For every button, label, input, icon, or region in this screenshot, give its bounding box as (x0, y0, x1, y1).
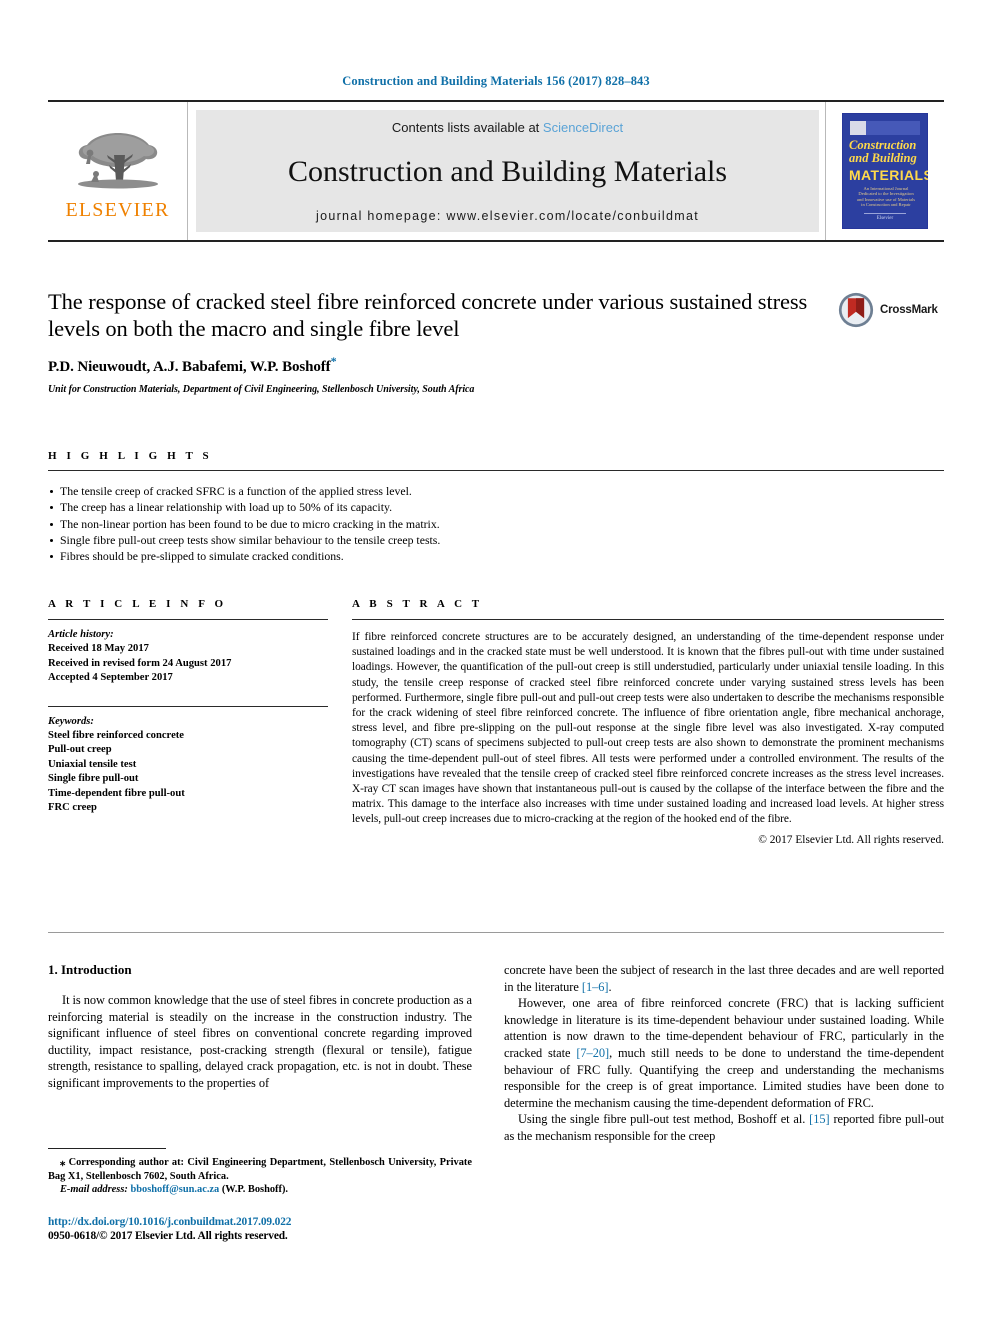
contents-available-line: Contents lists available at ScienceDirec… (392, 120, 623, 135)
elsevier-logo[interactable]: ELSEVIER (48, 102, 188, 240)
cover-subtitle: An International Journal Dedicated to th… (856, 186, 916, 208)
article-accepted: Accepted 4 September 2017 (48, 672, 173, 684)
keyword-item: Single fibre pull-out (48, 773, 139, 785)
body-column-left: 1. Introduction It is now common knowled… (48, 962, 472, 1092)
keywords-divider (48, 705, 328, 707)
issn-copyright-line: 0950-0618/© 2017 Elsevier Ltd. All right… (48, 1230, 288, 1242)
cover-divider (864, 213, 906, 214)
journal-cover-image: Construction and Building MATERIALS An I… (842, 113, 928, 229)
highlights-section: H I G H L I G H T S The tensile creep of… (48, 450, 944, 564)
abstract-text: If fibre reinforced concrete structures … (352, 631, 944, 826)
affiliation: Unit for Construction Materials, Departm… (48, 384, 475, 395)
doi-block: http://dx.doi.org/10.1016/j.conbuildmat.… (48, 1216, 472, 1242)
contents-prefix: Contents lists available at (391, 120, 543, 135)
author-names: P.D. Nieuwoudt, A.J. Babafemi, W.P. Bosh… (48, 359, 331, 375)
keyword-item: Pull-out creep (48, 744, 112, 756)
paragraph-text: Using the single fibre pull-out test met… (518, 1112, 810, 1127)
citation-link[interactable]: [15] (809, 1112, 830, 1126)
email-suffix: (W.P. Boshoff). (219, 1184, 289, 1196)
highlights-heading: H I G H L I G H T S (48, 450, 213, 462)
paper-page: Construction and Building Materials 156 … (0, 0, 992, 1323)
journal-masthead: ELSEVIER Contents lists available at Sci… (48, 100, 944, 242)
paragraph: However, one area of fibre reinforced co… (504, 995, 944, 1111)
footnote-block: ⁎ Corresponding author at: Civil Enginee… (48, 1148, 472, 1197)
section-heading-introduction: 1. Introduction (48, 962, 132, 977)
elsevier-wordmark: ELSEVIER (65, 198, 170, 221)
journal-homepage-link[interactable]: journal homepage: www.elsevier.com/locat… (316, 209, 699, 223)
article-info-divider (48, 619, 328, 620)
cover-title-line3: MATERIALS (849, 167, 928, 183)
article-history-block: Article history: Received 18 May 2017 Re… (48, 628, 328, 686)
article-info-section: A R T I C L E I N F O Article history: R… (48, 598, 328, 815)
email-link[interactable]: bboshoff@sun.ac.za (130, 1184, 219, 1195)
journal-band: Contents lists available at ScienceDirec… (196, 110, 819, 232)
keyword-item: Uniaxial tensile test (48, 758, 137, 770)
article-history-label: Article history: (48, 629, 114, 640)
cover-publisher-mark-icon (850, 121, 866, 135)
corresponding-author-note: ⁎ Corresponding author at: Civil Enginee… (48, 1156, 472, 1197)
doi-link[interactable]: http://dx.doi.org/10.1016/j.conbuildmat.… (48, 1216, 472, 1228)
email-label: E-mail address: (60, 1184, 128, 1196)
abstract-heading: A B S T R A C T (352, 598, 483, 610)
article-received: Received 18 May 2017 (48, 643, 149, 655)
author-list: P.D. Nieuwoudt, A.J. Babafemi, W.P. Bosh… (48, 354, 848, 376)
elsevier-tree-icon (77, 132, 158, 188)
cover-footer: Elsevier (876, 216, 894, 221)
keywords-block: Keywords: Steel fibre reinforced concret… (48, 715, 328, 816)
journal-title: Construction and Building Materials (287, 155, 728, 188)
citation-link[interactable]: [7–20] (576, 1046, 609, 1060)
copyright-line: © 2017 Elsevier Ltd. All rights reserved… (758, 833, 944, 846)
keyword-item: Time-dependent fibre pull-out (48, 787, 185, 799)
list-item: The non-linear portion has been found to… (48, 516, 944, 532)
cover-title-line2: and Building (849, 151, 917, 165)
list-item: Fibres should be pre-slipped to simulate… (48, 548, 944, 564)
article-info-heading: A R T I C L E I N F O (48, 598, 227, 610)
keyword-item: Steel fibre reinforced concrete (48, 730, 185, 742)
title-block: The response of cracked steel fibre rein… (48, 288, 848, 395)
list-item: The creep has a linear relationship with… (48, 499, 944, 515)
crossmark-badge[interactable]: CrossMark (838, 288, 942, 332)
paragraph-text: . (608, 979, 612, 994)
paragraph-text: concrete have been the subject of resear… (504, 963, 944, 994)
article-revised: Received in revised form 24 August 2017 (48, 657, 232, 669)
page-title: The response of cracked steel fibre rein… (48, 289, 808, 341)
corresponding-author-marker: * (330, 354, 337, 368)
crossmark-label: CrossMark (880, 304, 938, 316)
footnote-divider (48, 1148, 166, 1149)
list-item: The tensile creep of cracked SFRC is a f… (48, 483, 944, 499)
list-item: Single fibre pull-out creep tests show s… (48, 532, 944, 548)
sciencedirect-link[interactable]: ScienceDirect (543, 120, 623, 135)
citation-link[interactable]: [1–6] (582, 980, 609, 994)
body-column-right: concrete have been the subject of resear… (504, 962, 944, 1145)
abstract-section: A B S T R A C T If fibre reinforced conc… (352, 598, 944, 846)
abstract-divider (352, 619, 944, 620)
highlights-divider (48, 470, 944, 471)
journal-cover-thumbnail[interactable]: Construction and Building MATERIALS An I… (825, 102, 944, 240)
running-head: Construction and Building Materials 156 … (342, 74, 650, 88)
corresponding-author-text: Corresponding author at: Civil Engineeri… (48, 1157, 472, 1182)
paragraph: Using the single fibre pull-out test met… (504, 1111, 944, 1144)
keywords-label: Keywords: (48, 715, 94, 727)
highlights-list: The tensile creep of cracked SFRC is a f… (48, 483, 944, 564)
paragraph: It is now common knowledge that the use … (48, 993, 472, 1090)
keyword-item: FRC creep (48, 802, 97, 814)
abstract-bottom-divider (48, 932, 944, 933)
paragraph: concrete have been the subject of resear… (504, 962, 944, 995)
crossmark-icon (838, 292, 874, 328)
